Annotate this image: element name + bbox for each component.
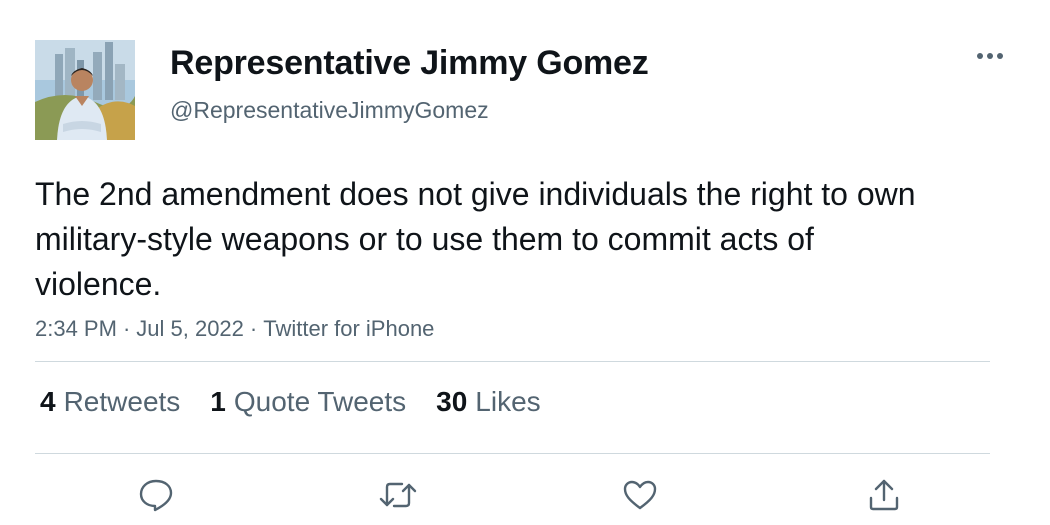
divider [35,361,990,362]
meta-separator: · [249,316,258,341]
profile-photo [35,40,135,140]
more-dots-icon [977,53,1003,59]
retweets-stat[interactable]: 4 Retweets [40,386,180,418]
likes-label: Likes [475,386,541,417]
like-button[interactable] [618,475,662,515]
reply-button[interactable] [134,475,178,515]
retweet-button[interactable] [376,475,420,515]
share-button[interactable] [862,475,906,515]
meta-separator: · [122,316,131,341]
quote-tweets-label: Quote Tweets [233,386,407,417]
quote-tweets-stat[interactable]: 1 Quote Tweets [210,386,406,418]
author-display-name[interactable]: Representative Jimmy Gomez [170,44,649,83]
tweet-time[interactable]: 2:34 PM [35,316,117,341]
more-options-button[interactable] [970,44,1010,68]
heart-icon [623,480,657,510]
share-icon [869,479,899,511]
quote-tweets-count: 1 [210,386,226,417]
tweet-date[interactable]: Jul 5, 2022 [136,316,244,341]
author-avatar[interactable] [35,40,135,140]
retweet-icon [379,482,417,508]
engagement-stats: 4 Retweets 1 Quote Tweets 30 Likes [40,386,571,418]
tweet-source[interactable]: Twitter for iPhone [263,316,434,341]
reply-bubble-icon [139,479,173,512]
likes-count: 30 [436,386,468,417]
divider [35,453,990,454]
likes-stat[interactable]: 30 Likes [436,386,541,418]
tweet-text: The 2nd amendment does not give individu… [35,176,916,302]
retweets-label: Retweets [63,386,181,417]
retweets-count: 4 [40,386,56,417]
tweet-meta: 2:34 PM · Jul 5, 2022 · Twitter for iPhone [35,316,434,342]
author-handle[interactable]: @RepresentativeJimmyGomez [170,97,489,124]
tweet-card: Representative Jimmy Gomez @Representati… [0,0,1050,525]
